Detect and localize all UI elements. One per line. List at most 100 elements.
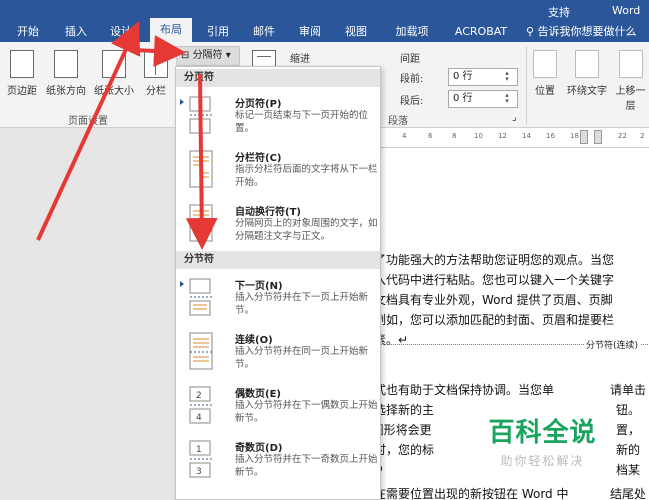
paragraph-group-label: 段落 — [388, 116, 408, 127]
watermark-logo: 百科全说 助你轻松解决 — [480, 412, 605, 469]
margins-label: 页边距 — [7, 86, 37, 97]
ribbon-tab-strip: 支持 Word 开始 插入 设计 布局 引用 邮件 审阅 视图 加载项 ACRO… — [0, 4, 649, 42]
doc-col2-line: 新的 — [616, 443, 641, 457]
columns-button[interactable]: 分栏 — [140, 50, 172, 97]
indent-label: 缩进 — [290, 54, 310, 65]
orientation-button[interactable]: 纸张方向 — [42, 50, 90, 97]
tell-me-search[interactable]: ⚲ 告诉我你想要做什么 — [526, 21, 649, 42]
text-wrapping-break-icon — [189, 204, 213, 242]
doc-col2-line: 档某 — [616, 463, 641, 477]
margins-button[interactable]: 页边距 — [4, 50, 40, 97]
position-button[interactable]: 位置 — [532, 50, 558, 97]
caret-icon — [180, 99, 184, 105]
user-name[interactable]: 支持 — [548, 4, 570, 20]
menu-item-title: 分栏符(C) — [235, 153, 282, 164]
wrap-text-button[interactable]: 环绕文字 — [564, 50, 610, 97]
breaks-button[interactable]: ⊟ 分隔符 ▾ — [176, 46, 240, 66]
ruler-tick: 8 — [452, 132, 457, 140]
menu-item-desc: 指示分栏符后面的文字将从下一栏开始。 — [235, 164, 378, 188]
menu-item-column-break[interactable]: 分栏符(C) 指示分栏符后面的文字将从下一栏开始。 — [176, 143, 380, 197]
breaks-dropdown-menu: 分页符 分页符(P) 标记一页结束与下一页开始的位置。 分栏符(C) 指示分栏符… — [175, 66, 381, 500]
position-label: 位置 — [535, 86, 555, 97]
margins-icon — [10, 50, 34, 78]
menu-item-desc: 插入分节符并在下一奇数页上开始新节。 — [235, 454, 378, 478]
menu-item-continuous[interactable]: 连续(O) 插入分节符并在同一页上开始新节。 — [176, 325, 380, 379]
tab-design[interactable]: 设计 — [103, 21, 139, 42]
menu-item-title: 连续(O) — [235, 335, 273, 346]
ruler-tick: 22 — [618, 132, 627, 140]
tab-review[interactable]: 审阅 — [292, 21, 328, 42]
position-icon — [533, 50, 557, 78]
menu-item-desc: 插入分节符并在下一页上开始新节。 — [235, 292, 369, 316]
tab-mailings[interactable]: 邮件 — [246, 21, 282, 42]
menu-item-title: 自动换行符(T) — [235, 207, 301, 218]
wrap-text-icon — [575, 50, 599, 78]
ruler-margin-handle[interactable] — [594, 130, 602, 144]
odd-page-icon: 1 3 — [189, 440, 214, 478]
svg-text:1: 1 — [196, 445, 202, 455]
breaks-label: 分隔符 — [192, 50, 223, 61]
tab-addins[interactable]: 加载项 — [388, 21, 436, 42]
tab-insert[interactable]: 插入 — [58, 21, 94, 42]
ruler-margin-handle[interactable] — [580, 130, 588, 144]
svg-text:3: 3 — [196, 467, 202, 477]
column-break-icon — [189, 150, 213, 188]
ruler-tick: 12 — [498, 132, 507, 140]
menu-item-desc: 插入分节符并在下一偶数页上开始新节。 — [235, 400, 378, 424]
bring-forward-button[interactable]: 上移一层 — [612, 50, 649, 112]
space-before-label: 段前: — [400, 74, 424, 85]
doc-col2-line: 置， — [616, 423, 641, 437]
chevron-down-icon: ▾ — [222, 50, 231, 61]
watermark-subtitle: 助你轻松解决 — [500, 454, 585, 468]
section-break-marker: 分节符(连续) — [348, 338, 648, 356]
ruler-tick: 2 — [640, 132, 645, 140]
space-before-input[interactable]: 0 行 — [448, 68, 518, 86]
watermark-title: 百科全说 — [488, 418, 597, 448]
ruler-tick: 16 — [546, 132, 555, 140]
lightbulb-icon: ⚲ — [526, 25, 538, 38]
ruler-tick: 18 — [570, 132, 579, 140]
app-name: Word — [612, 4, 641, 17]
tab-acrobat[interactable]: ACROBAT — [450, 21, 512, 42]
paragraph-launcher-icon[interactable]: ⌟ — [512, 112, 517, 123]
svg-text:2: 2 — [196, 391, 202, 401]
section-breaks-header: 分节符 — [176, 251, 380, 269]
orientation-label: 纸张方向 — [46, 86, 86, 97]
ruler-tick: 10 — [474, 132, 483, 140]
ruler-tick: 4 — [402, 132, 407, 140]
menu-item-title: 下一页(N) — [235, 281, 283, 292]
page-break-icon — [189, 96, 214, 134]
size-button[interactable]: 纸张大小 — [92, 50, 136, 97]
tab-view[interactable]: 视图 — [338, 21, 374, 42]
page-setup-group-label: 页面设置 — [68, 116, 108, 127]
tab-references[interactable]: 引用 — [200, 21, 236, 42]
doc-line: 您的文档具有专业外观，Word 提供了页眉、页脚 — [350, 293, 613, 307]
menu-item-page-break[interactable]: 分页符(P) 标记一页结束与下一页开始的位置。 — [176, 89, 380, 143]
tab-layout[interactable]: 布局 — [150, 18, 192, 42]
bring-forward-label: 上移一层 — [615, 86, 646, 112]
even-page-icon: 2 4 — [189, 386, 214, 424]
doc-line: 的嵌入代码中进行粘贴。您也可以键入一个关键字 — [350, 273, 615, 287]
spacing-label: 间距 — [400, 54, 420, 65]
doc-col2-line: 结尾处 — [610, 487, 647, 500]
menu-item-text-wrapping-break[interactable]: 自动换行符(T) 分隔网页上的对象周围的文字，如分隔题注文字与正文。 — [176, 197, 380, 251]
ruler-tick: 14 — [522, 132, 531, 140]
menu-item-desc: 分隔网页上的对象周围的文字，如分隔题注文字与正文。 — [235, 218, 378, 242]
bring-forward-icon — [618, 50, 643, 78]
menu-item-desc: 标记一页结束与下一页开始的位置。 — [235, 110, 369, 134]
next-page-icon — [189, 278, 214, 316]
tab-home[interactable]: 开始 — [10, 21, 46, 42]
space-after-label: 段后: — [400, 96, 424, 107]
space-after-input[interactable]: 0 行 — [448, 90, 518, 108]
wrap-text-label: 环绕文字 — [567, 86, 607, 97]
svg-text:4: 4 — [196, 413, 202, 423]
menu-item-even-page[interactable]: 2 4 偶数页(E) 插入分节符并在下一偶数页上开始新节。 — [176, 379, 380, 433]
menu-item-next-page[interactable]: 下一页(N) 插入分节符并在下一页上开始新节。 — [176, 271, 380, 325]
menu-item-title: 偶数页(E) — [235, 389, 281, 400]
horizontal-ruler[interactable]: 4 6 8 10 12 14 16 18 22 2 — [380, 128, 649, 148]
tell-me-label: 告诉我你想要做什么 — [537, 25, 637, 38]
menu-item-odd-page[interactable]: 1 3 奇数页(D) 插入分节符并在下一奇数页上开始新节。 — [176, 433, 380, 487]
menu-item-title: 分页符(P) — [235, 99, 282, 110]
orientation-icon — [54, 50, 78, 78]
continuous-icon — [189, 332, 213, 370]
